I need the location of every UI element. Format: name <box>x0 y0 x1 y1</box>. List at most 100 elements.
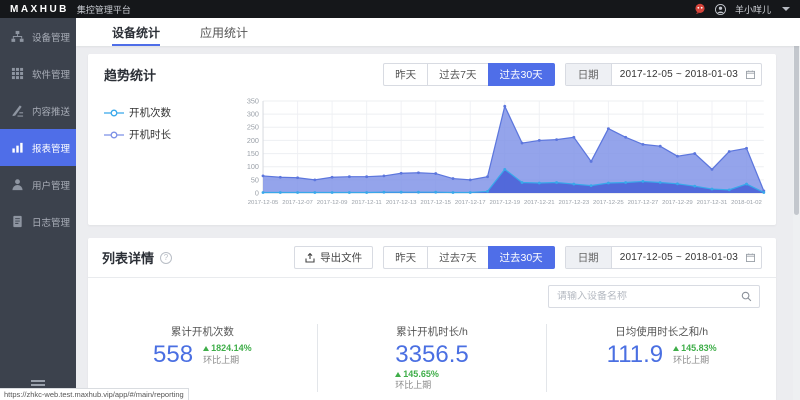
stat-compare: 环比上期 <box>395 380 439 391</box>
svg-text:2017-12-09: 2017-12-09 <box>317 200 348 206</box>
content: 趋势统计 昨天 过去7天 过去30天 日期 2017-12-05 ~ 2018-… <box>76 46 800 400</box>
sidebar-item-software[interactable]: 软件管理 <box>0 55 76 92</box>
export-label: 导出文件 <box>320 250 362 265</box>
trend-filter-yesterday[interactable]: 昨天 <box>383 63 428 86</box>
list-date-label: 日期 <box>566 247 612 268</box>
main-area: 设备统计 应用统计 趋势统计 昨天 过去7天 过去30天 日期 <box>76 18 800 400</box>
svg-text:2017-12-29: 2017-12-29 <box>662 200 693 206</box>
legend-label-count: 开机次数 <box>129 105 171 120</box>
list-date-range[interactable]: 2017-12-05 ~ 2018-01-03 <box>612 249 746 266</box>
stat-label: 日均使用时长之和/h <box>615 324 708 339</box>
scrollbar-track[interactable] <box>793 18 800 400</box>
stat-value: 111.9 <box>607 342 664 367</box>
svg-text:2017-12-23: 2017-12-23 <box>559 200 590 206</box>
trend-date-range[interactable]: 2017-12-05 ~ 2018-01-03 <box>612 66 746 83</box>
stat-total-hours: 累计开机时长/h 3356.5 145.65% 环比上期 <box>317 324 547 392</box>
svg-text:2017-12-21: 2017-12-21 <box>524 200 555 206</box>
content-push-icon <box>11 104 24 117</box>
legend-marker-count <box>104 109 124 117</box>
list-range-filter: 昨天 过去7天 过去30天 <box>383 246 555 269</box>
svg-text:2017-12-11: 2017-12-11 <box>352 200 382 206</box>
trend-date-picker[interactable]: 日期 2017-12-05 ~ 2018-01-03 <box>565 63 762 86</box>
legend-marker-hours <box>104 131 124 139</box>
up-arrow-icon <box>395 372 401 377</box>
trend-card: 趋势统计 昨天 过去7天 过去30天 日期 2017-12-05 ~ 2018-… <box>88 54 776 225</box>
sidebar-item-logs[interactable]: 日志管理 <box>0 203 76 240</box>
summary-stats: 累计开机次数 558 1824.14% 环比上期 累计开机时长/h 335 <box>88 314 776 400</box>
stat-label: 累计开机时长/h <box>396 324 468 339</box>
stat-delta: 145.83% <box>673 343 717 354</box>
sidebar: 设备管理 软件管理 内容推送 报表管理 用户管理 日志管理 <box>0 18 76 400</box>
platform-title: 集控管理平台 <box>77 3 131 16</box>
stat-label: 累计开机次数 <box>171 324 234 339</box>
report-icon <box>11 141 24 154</box>
chevron-down-icon[interactable] <box>782 7 790 11</box>
svg-text:150: 150 <box>247 150 259 158</box>
log-icon <box>11 215 24 228</box>
stat-value: 3356.5 <box>395 342 468 367</box>
area-chart: 0501001502002503003502017-12-052017-12-0… <box>232 93 770 221</box>
sidebar-item-reports[interactable]: 报表管理 <box>0 129 76 166</box>
svg-text:2017-12-31: 2017-12-31 <box>697 200 728 206</box>
help-icon[interactable]: ? <box>160 252 172 264</box>
svg-text:2017-12-19: 2017-12-19 <box>489 200 520 206</box>
svg-text:300: 300 <box>247 111 259 119</box>
svg-text:2017-12-17: 2017-12-17 <box>455 200 486 206</box>
device-search <box>548 285 760 308</box>
list-filter-7d[interactable]: 过去7天 <box>427 246 488 269</box>
sidebar-item-label: 内容推送 <box>32 104 70 118</box>
scrollbar-thumb[interactable] <box>794 40 799 215</box>
sidebar-item-label: 设备管理 <box>32 30 70 44</box>
svg-text:2017-12-13: 2017-12-13 <box>386 200 417 206</box>
svg-text:2017-12-05: 2017-12-05 <box>248 200 279 206</box>
trend-date-label: 日期 <box>566 64 612 85</box>
maxhub-logo: MAXHUB <box>10 4 69 15</box>
sidebar-item-devices[interactable]: 设备管理 <box>0 18 76 55</box>
trend-chart: 0501001502002503003502017-12-052017-12-0… <box>232 93 770 221</box>
list-card: 列表详情 ? 导出文件 昨天 过去7天 过去30天 <box>88 238 776 400</box>
trend-filter-7d[interactable]: 过去7天 <box>427 63 488 86</box>
svg-text:2017-12-07: 2017-12-07 <box>282 200 313 206</box>
svg-text:350: 350 <box>247 98 259 106</box>
up-arrow-icon <box>673 346 679 351</box>
svg-text:100: 100 <box>247 163 259 171</box>
legend-item-count[interactable]: 开机次数 <box>104 105 232 120</box>
list-filter-30d[interactable]: 过去30天 <box>488 246 555 269</box>
legend-item-hours[interactable]: 开机时长 <box>104 127 232 142</box>
svg-text:50: 50 <box>251 176 259 184</box>
search-icon[interactable] <box>733 286 759 307</box>
svg-text:200: 200 <box>247 137 259 145</box>
notification-icon[interactable] <box>694 3 706 15</box>
sidebar-item-users[interactable]: 用户管理 <box>0 166 76 203</box>
tab-bar: 设备统计 应用统计 <box>76 18 800 46</box>
stat-daily-usage: 日均使用时长之和/h 111.9 145.83% 环比上期 <box>546 324 776 392</box>
calendar-icon[interactable] <box>746 253 755 262</box>
software-icon <box>11 67 24 80</box>
svg-text:2017-12-15: 2017-12-15 <box>420 200 451 206</box>
list-filter-yesterday[interactable]: 昨天 <box>383 246 428 269</box>
search-input[interactable] <box>549 291 733 302</box>
list-title: 列表详情 <box>102 248 154 267</box>
users-icon <box>11 178 24 191</box>
tab-device-stats[interactable]: 设备统计 <box>112 18 160 46</box>
trend-filter-30d[interactable]: 过去30天 <box>488 63 555 86</box>
svg-text:250: 250 <box>247 124 259 132</box>
calendar-icon[interactable] <box>746 70 755 79</box>
svg-text:0: 0 <box>255 190 259 198</box>
svg-text:2017-12-25: 2017-12-25 <box>593 200 624 206</box>
username[interactable]: 羊小咩儿 <box>735 3 771 16</box>
stat-value: 558 <box>153 342 193 367</box>
sidebar-item-label: 软件管理 <box>32 67 70 81</box>
avatar[interactable] <box>715 4 726 15</box>
stat-delta: 1824.14% <box>203 343 252 354</box>
sidebar-item-label: 报表管理 <box>32 141 70 155</box>
export-icon <box>305 253 315 263</box>
list-date-picker[interactable]: 日期 2017-12-05 ~ 2018-01-03 <box>565 246 762 269</box>
sidebar-item-content-push[interactable]: 内容推送 <box>0 92 76 129</box>
export-button[interactable]: 导出文件 <box>294 246 373 269</box>
tab-app-stats[interactable]: 应用统计 <box>200 18 248 46</box>
stat-delta: 145.65% <box>395 369 439 380</box>
status-url: https://zhkc-web.test.maxhub.vip/app/#/m… <box>0 388 189 400</box>
trend-range-filter: 昨天 过去7天 过去30天 <box>383 63 555 86</box>
stat-compare: 环比上期 <box>673 355 717 366</box>
